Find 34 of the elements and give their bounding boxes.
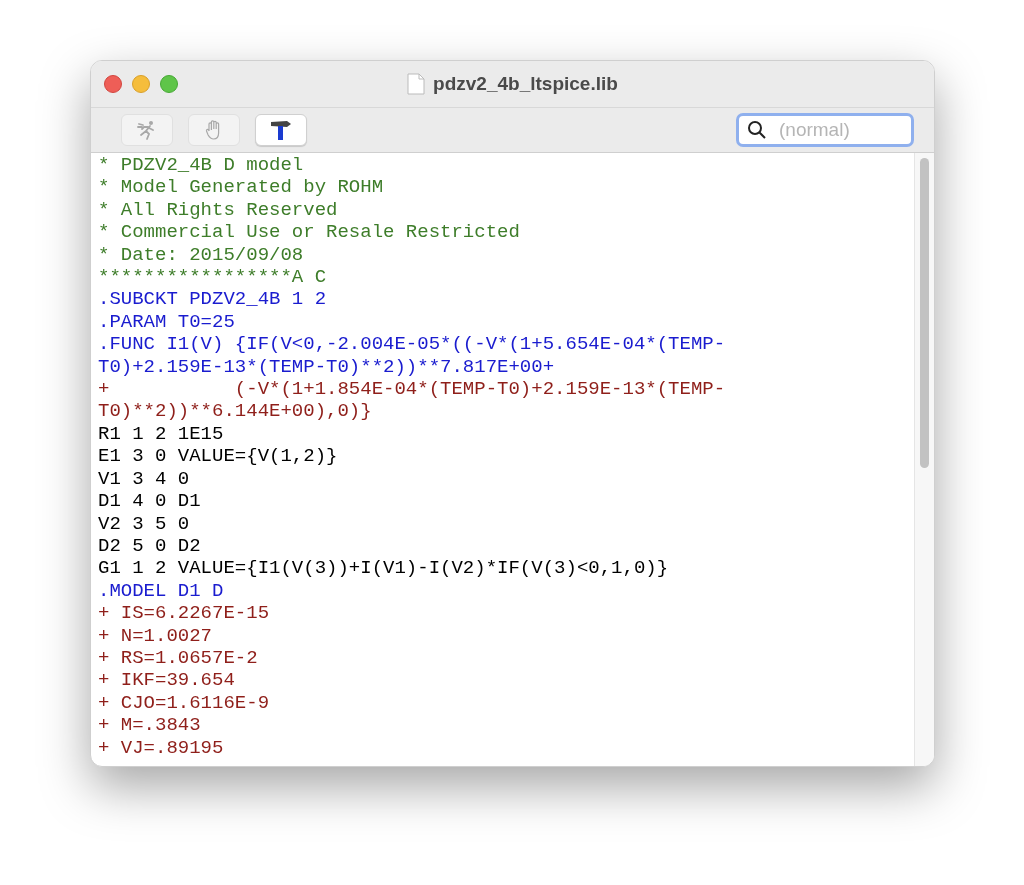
code-line: + IKF=39.654 [98,669,236,692]
code-line: + CJO=1.6116E-9 [98,691,271,715]
code-line: V2 3 5 0 [98,512,191,535]
window-title: pdzv2_4b_ltspice.lib [433,71,618,96]
code-line: + M=.3843 [98,714,202,737]
scrollbar-thumb[interactable] [920,158,929,468]
search-field[interactable]: (normal) [736,113,914,147]
code-line: + IS=6.2267E-15 [98,602,271,625]
code-line: G1 1 2 VALUE={I1(V(3))+I(V1)-I(V2)*IF(V(3)<0,1,0)} [98,557,670,580]
code-line: + N=1.0027 [98,624,214,647]
document-icon [407,73,426,95]
code-line: + RS=1.0657E-2 [98,646,259,670]
code-line: *****************A C [98,266,328,289]
search-icon [747,120,767,140]
code-line: .SUBCKT PDZV2_4B 1 2 [98,288,328,311]
code-line: * All Rights Reserved [98,198,339,222]
code-line: E1 3 0 VALUE={V(1,2)} [98,445,339,468]
hammer-button[interactable] [255,114,307,146]
code-line: D1 4 0 D1 [98,490,202,513]
minimize-button[interactable] [132,75,150,93]
code-line: * PDZV2_4B D model [98,154,305,177]
zoom-button[interactable] [160,75,178,93]
code-line: V1 3 4 0 [98,467,191,491]
code-line: * Date: 2015/09/08 [98,243,305,267]
close-button[interactable] [104,75,122,93]
code-line: R1 1 2 1E15 [98,422,225,446]
code-line: D2 5 0 D2 [98,534,202,558]
code-line: .FUNC I1(V) {IF(V<0,-2.004E-05*((-V*(1+5.654E-04*(TEMP-T0)+2.159E-13*(TEMP-T0)**2))**7.817E+00+ [98,333,727,379]
code-line: * Commercial Use or Resale Restricted [98,221,521,244]
code-line: + (-V*(1+1.854E-04*(TEMP-T0)+2.159E-13*(TEMP-T0)**2))**6.144E+00),0)} [98,378,727,423]
code-line: .MODEL D1 D [98,579,225,603]
code-line: .PARAM T0=25 [98,310,236,334]
code-line: + VJ=.89195 [98,736,225,759]
code-line: * Model Generated by ROHM [98,176,385,199]
